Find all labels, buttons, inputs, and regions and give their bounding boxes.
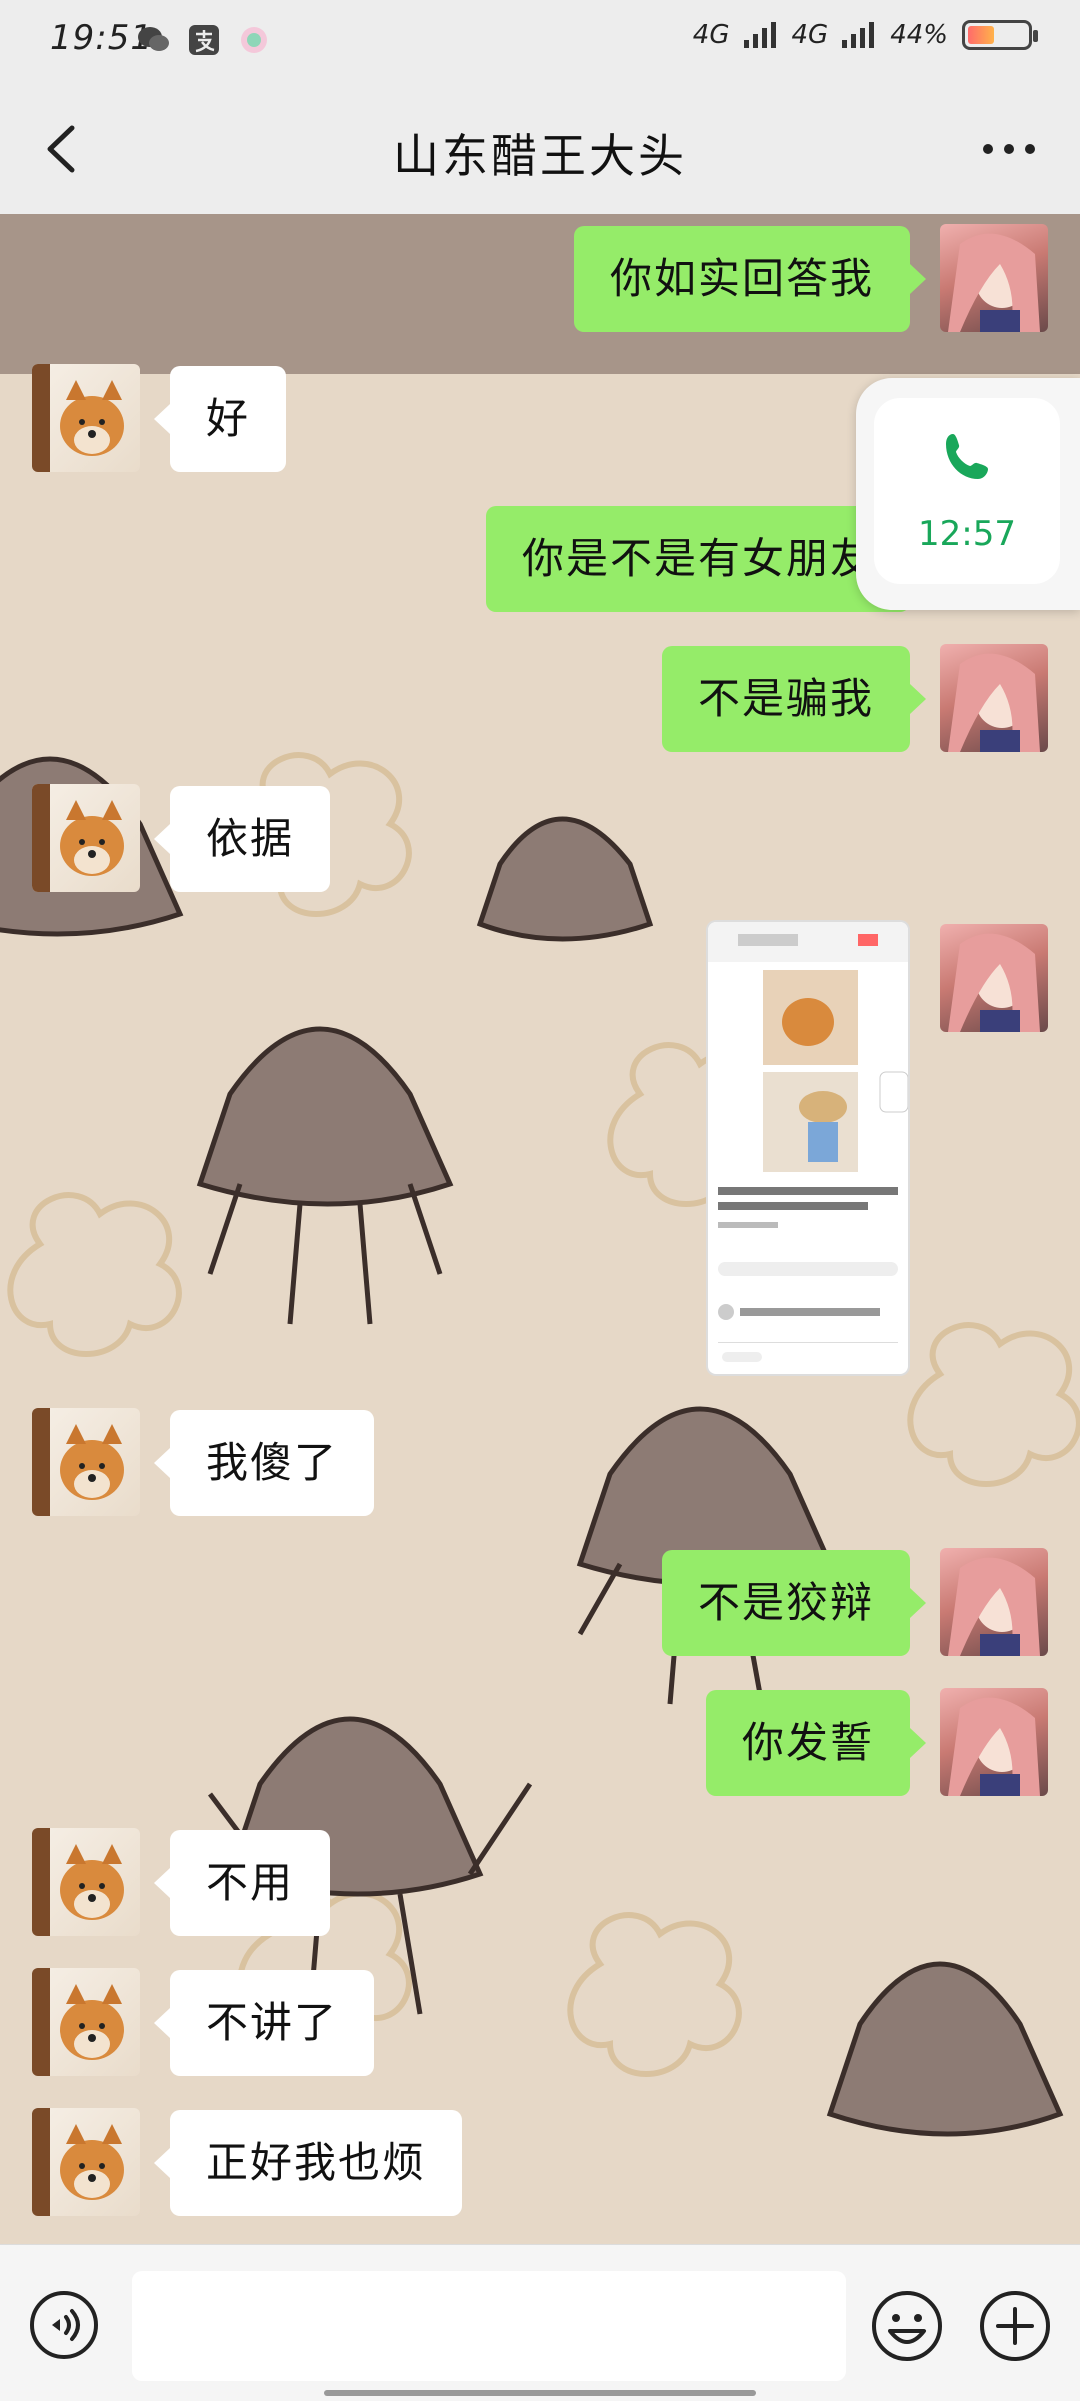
message-bubble[interactable]: 你是不是有女朋友 <box>485 506 927 612</box>
more-functions-button[interactable] <box>978 2289 1052 2363</box>
home-indicator[interactable] <box>324 2390 756 2396</box>
call-duration: 12:57 <box>918 514 1016 554</box>
message-bubble[interactable]: 依据 <box>153 786 331 892</box>
message-bubble[interactable]: 正好我也烦 <box>153 2110 463 2216</box>
message-bubble[interactable]: 好 <box>153 366 287 472</box>
my-avatar[interactable] <box>940 924 1048 1032</box>
wechat-notification-icon <box>136 22 172 58</box>
message-bubble[interactable]: 我傻了 <box>153 1410 375 1516</box>
chat-area[interactable]: 你如实回答我 好 你是不是有女朋友 不是骗我 依据 我傻了 不是狡辩 你发誓 不… <box>0 214 1080 2244</box>
message-bubble[interactable]: 不讲了 <box>153 1970 375 2076</box>
alipay-notification-icon <box>186 22 222 58</box>
phone-icon <box>946 434 988 479</box>
image-message[interactable] <box>708 922 908 1374</box>
app-notification-icon <box>236 22 272 58</box>
contact-avatar[interactable] <box>32 2108 140 2216</box>
floating-call-widget[interactable]: 12:57 <box>856 378 1080 610</box>
message-bubble[interactable]: 不是骗我 <box>661 646 927 752</box>
signal-1-label: 4G <box>692 20 730 50</box>
signal-2-icon <box>842 22 875 48</box>
contact-avatar[interactable] <box>32 784 140 892</box>
wallpaper-doodles <box>0 752 1080 2137</box>
notification-icons <box>136 22 272 58</box>
more-icon <box>983 144 1035 154</box>
message-bubble[interactable]: 你如实回答我 <box>573 226 927 332</box>
plus-icon <box>980 2291 1050 2361</box>
message-bubble[interactable]: 不是狡辩 <box>661 1550 927 1656</box>
status-right: 4G 4G 44% <box>692 20 1038 50</box>
battery-icon <box>962 20 1038 50</box>
contact-avatar[interactable] <box>32 1408 140 1516</box>
message-input[interactable] <box>132 2271 846 2381</box>
battery-percent: 44% <box>890 20 948 50</box>
my-avatar[interactable] <box>940 644 1048 752</box>
signal-1-icon <box>743 22 776 48</box>
chat-wallpaper <box>0 374 1080 2244</box>
status-bar: 19:51 4G 4G 44% <box>0 0 1080 84</box>
message-bubble[interactable]: 不用 <box>153 1830 331 1936</box>
call-widget-card[interactable]: 12:57 <box>874 398 1060 584</box>
chat-title: 山东醋王大头 <box>393 129 687 183</box>
my-avatar[interactable] <box>940 1548 1048 1656</box>
contact-avatar[interactable] <box>32 1968 140 2076</box>
voice-button[interactable] <box>28 2289 100 2361</box>
my-avatar[interactable] <box>940 1688 1048 1796</box>
contact-avatar[interactable] <box>32 364 140 472</box>
message-bubble[interactable]: 你发誓 <box>705 1690 927 1796</box>
input-bar <box>0 2244 1080 2401</box>
emoji-button[interactable] <box>870 2289 944 2363</box>
my-avatar[interactable] <box>940 224 1048 332</box>
voice-icon <box>30 2291 98 2359</box>
more-button[interactable] <box>974 124 1044 174</box>
chat-header: 山东醋王大头 <box>0 84 1080 214</box>
signal-2-label: 4G <box>791 20 829 50</box>
emoji-icon <box>872 2291 942 2361</box>
contact-avatar[interactable] <box>32 1828 140 1936</box>
